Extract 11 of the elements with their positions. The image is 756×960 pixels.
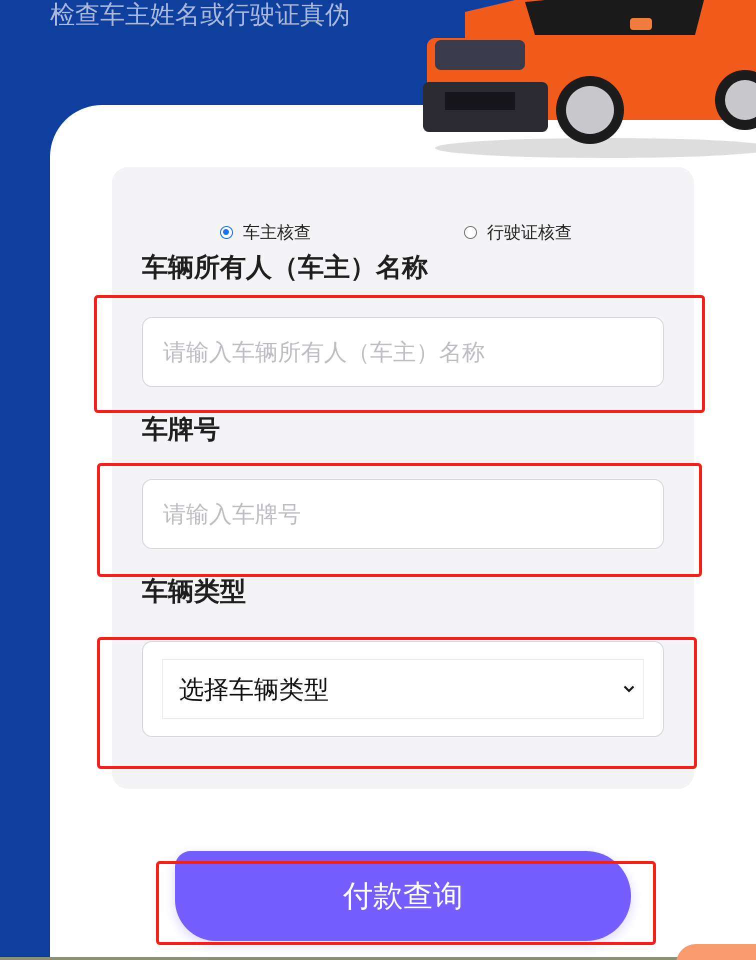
field-label: 车辆所有人（车主）名称 — [142, 253, 429, 283]
radio-button[interactable] — [464, 226, 477, 238]
radio-button[interactable] — [220, 226, 233, 238]
field-label: 车辆类型 — [142, 577, 247, 607]
caret-icon — [623, 685, 635, 693]
select-dropdown[interactable]: 选择车辆类型 — [162, 659, 644, 719]
field-label: 车牌号 — [142, 415, 221, 445]
radio-label: 行驶证核查 — [487, 222, 572, 244]
page-title: 检查车主姓名或行驶证真伪 — [50, 0, 350, 30]
radio-label: 车主核查 — [243, 222, 311, 244]
pay-query-button[interactable]: 付款查询 — [175, 851, 631, 941]
